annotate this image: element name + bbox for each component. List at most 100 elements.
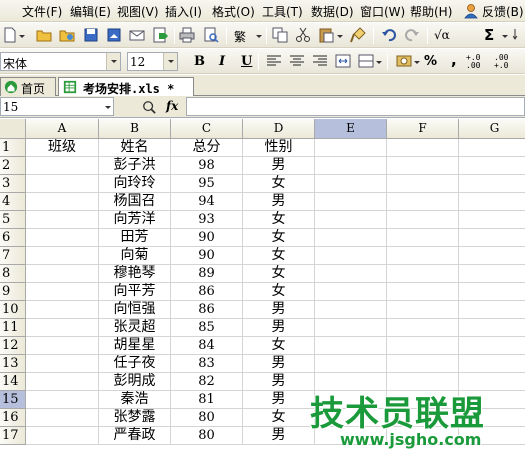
cell-e12[interactable] — [315, 337, 387, 355]
cell-b5[interactable]: 向芳洋 — [99, 211, 171, 229]
cell-c4[interactable]: 94 — [171, 193, 243, 211]
cell-e10[interactable] — [315, 301, 387, 319]
menu-format[interactable]: 格式(O) — [212, 3, 255, 20]
copy-icon[interactable] — [272, 27, 288, 43]
cell-a13[interactable] — [26, 355, 99, 373]
cell-d12[interactable]: 女 — [243, 337, 315, 355]
save-icon[interactable] — [83, 27, 99, 43]
cell-e8[interactable] — [315, 265, 387, 283]
paste-dropdown-icon[interactable] — [337, 35, 343, 38]
export-pdf-icon[interactable] — [152, 27, 168, 43]
cell-a6[interactable] — [26, 229, 99, 247]
undo-icon[interactable] — [381, 27, 397, 43]
font-name-dropdown-icon[interactable] — [106, 53, 120, 70]
cell-d13[interactable]: 男 — [243, 355, 315, 373]
cell-g12[interactable] — [459, 337, 525, 355]
cell-b6[interactable]: 田芳 — [99, 229, 171, 247]
cell-d1[interactable]: 性别 — [243, 139, 315, 157]
cell-f5[interactable] — [387, 211, 459, 229]
row-header[interactable]: 15 — [0, 391, 26, 409]
cell-b7[interactable]: 向菊 — [99, 247, 171, 265]
menu-edit[interactable]: 编辑(E) — [70, 3, 111, 20]
cell-a15[interactable] — [26, 391, 99, 409]
autosum-dropdown-icon[interactable] — [502, 35, 508, 38]
merge-center-icon[interactable] — [335, 53, 351, 69]
cell-d8[interactable]: 女 — [243, 265, 315, 283]
cell-b8[interactable]: 穆艳琴 — [99, 265, 171, 283]
cell-e6[interactable] — [315, 229, 387, 247]
column-header-c[interactable]: C — [171, 119, 243, 139]
traditional-dropdown-icon[interactable] — [256, 35, 262, 38]
sort-icon[interactable] — [513, 27, 525, 43]
cell-e13[interactable] — [315, 355, 387, 373]
cell-c14[interactable]: 82 — [171, 373, 243, 391]
autosum-button[interactable]: Σ — [484, 26, 494, 44]
cell-f10[interactable] — [387, 301, 459, 319]
cell-c5[interactable]: 93 — [171, 211, 243, 229]
cell-c16[interactable]: 80 — [171, 409, 243, 427]
cell-c12[interactable]: 84 — [171, 337, 243, 355]
cell-g9[interactable] — [459, 283, 525, 301]
cell-a5[interactable] — [26, 211, 99, 229]
cell-a3[interactable] — [26, 175, 99, 193]
cell-f2[interactable] — [387, 157, 459, 175]
name-box[interactable]: 15 — [0, 97, 114, 116]
cell-c8[interactable]: 89 — [171, 265, 243, 283]
cell-g3[interactable] — [459, 175, 525, 193]
paste-icon[interactable] — [318, 27, 334, 43]
cell-d6[interactable]: 女 — [243, 229, 315, 247]
row-header[interactable]: 8 — [0, 265, 26, 283]
cell-f9[interactable] — [387, 283, 459, 301]
menu-tools[interactable]: 工具(T) — [262, 3, 303, 20]
cell-f7[interactable] — [387, 247, 459, 265]
email-icon[interactable] — [129, 27, 145, 43]
new-dropdown-icon[interactable] — [19, 35, 25, 38]
align-right-icon[interactable] — [312, 53, 328, 69]
menu-view[interactable]: 视图(V) — [117, 3, 159, 20]
cell-f3[interactable] — [387, 175, 459, 193]
row-header[interactable]: 13 — [0, 355, 26, 373]
cell-b1[interactable]: 姓名 — [99, 139, 171, 157]
row-header[interactable]: 6 — [0, 229, 26, 247]
insert-function-button[interactable]: fx — [166, 99, 178, 113]
currency-icon[interactable] — [396, 53, 412, 69]
cell-e7[interactable] — [315, 247, 387, 265]
cell-a1[interactable]: 班级 — [26, 139, 99, 157]
cell-c7[interactable]: 90 — [171, 247, 243, 265]
row-header[interactable]: 9 — [0, 283, 26, 301]
feedback-icon[interactable] — [463, 3, 479, 19]
cell-b9[interactable]: 向平芳 — [99, 283, 171, 301]
cell-c10[interactable]: 86 — [171, 301, 243, 319]
cell-b10[interactable]: 向恒强 — [99, 301, 171, 319]
cell-a11[interactable] — [26, 319, 99, 337]
cell-c9[interactable]: 86 — [171, 283, 243, 301]
column-header-g[interactable]: G — [459, 119, 525, 139]
percent-button[interactable]: % — [424, 54, 437, 69]
menu-window[interactable]: 窗口(W) — [360, 3, 405, 20]
name-box-dropdown-icon[interactable] — [105, 106, 111, 109]
decrease-decimal-button[interactable]: .00 +.0 — [494, 54, 518, 70]
menu-feedback[interactable]: 反馈(B) — [482, 3, 524, 20]
row-header[interactable]: 5 — [0, 211, 26, 229]
increase-decimal-button[interactable]: +.0 .00 — [466, 54, 490, 70]
format-painter-icon[interactable] — [350, 27, 366, 43]
cell-c11[interactable]: 85 — [171, 319, 243, 337]
cell-b2[interactable]: 彭子洪 — [99, 157, 171, 175]
menu-data[interactable]: 数据(D) — [311, 3, 354, 20]
font-size-select[interactable]: 12 — [127, 52, 178, 71]
borders-icon[interactable] — [358, 53, 374, 69]
cell-e9[interactable] — [315, 283, 387, 301]
cut-icon[interactable] — [295, 27, 311, 43]
cell-e3[interactable] — [315, 175, 387, 193]
open-folder-icon[interactable] — [36, 27, 52, 43]
row-header[interactable]: 2 — [0, 157, 26, 175]
redo-icon[interactable] — [404, 27, 420, 43]
cell-f11[interactable] — [387, 319, 459, 337]
cell-c15[interactable]: 81 — [171, 391, 243, 409]
cell-g6[interactable] — [459, 229, 525, 247]
tab-home[interactable]: 首页 — [0, 77, 56, 96]
cell-d3[interactable]: 女 — [243, 175, 315, 193]
currency-dropdown-icon[interactable] — [414, 61, 420, 64]
print-preview-icon[interactable] — [203, 27, 219, 43]
cell-e5[interactable] — [315, 211, 387, 229]
